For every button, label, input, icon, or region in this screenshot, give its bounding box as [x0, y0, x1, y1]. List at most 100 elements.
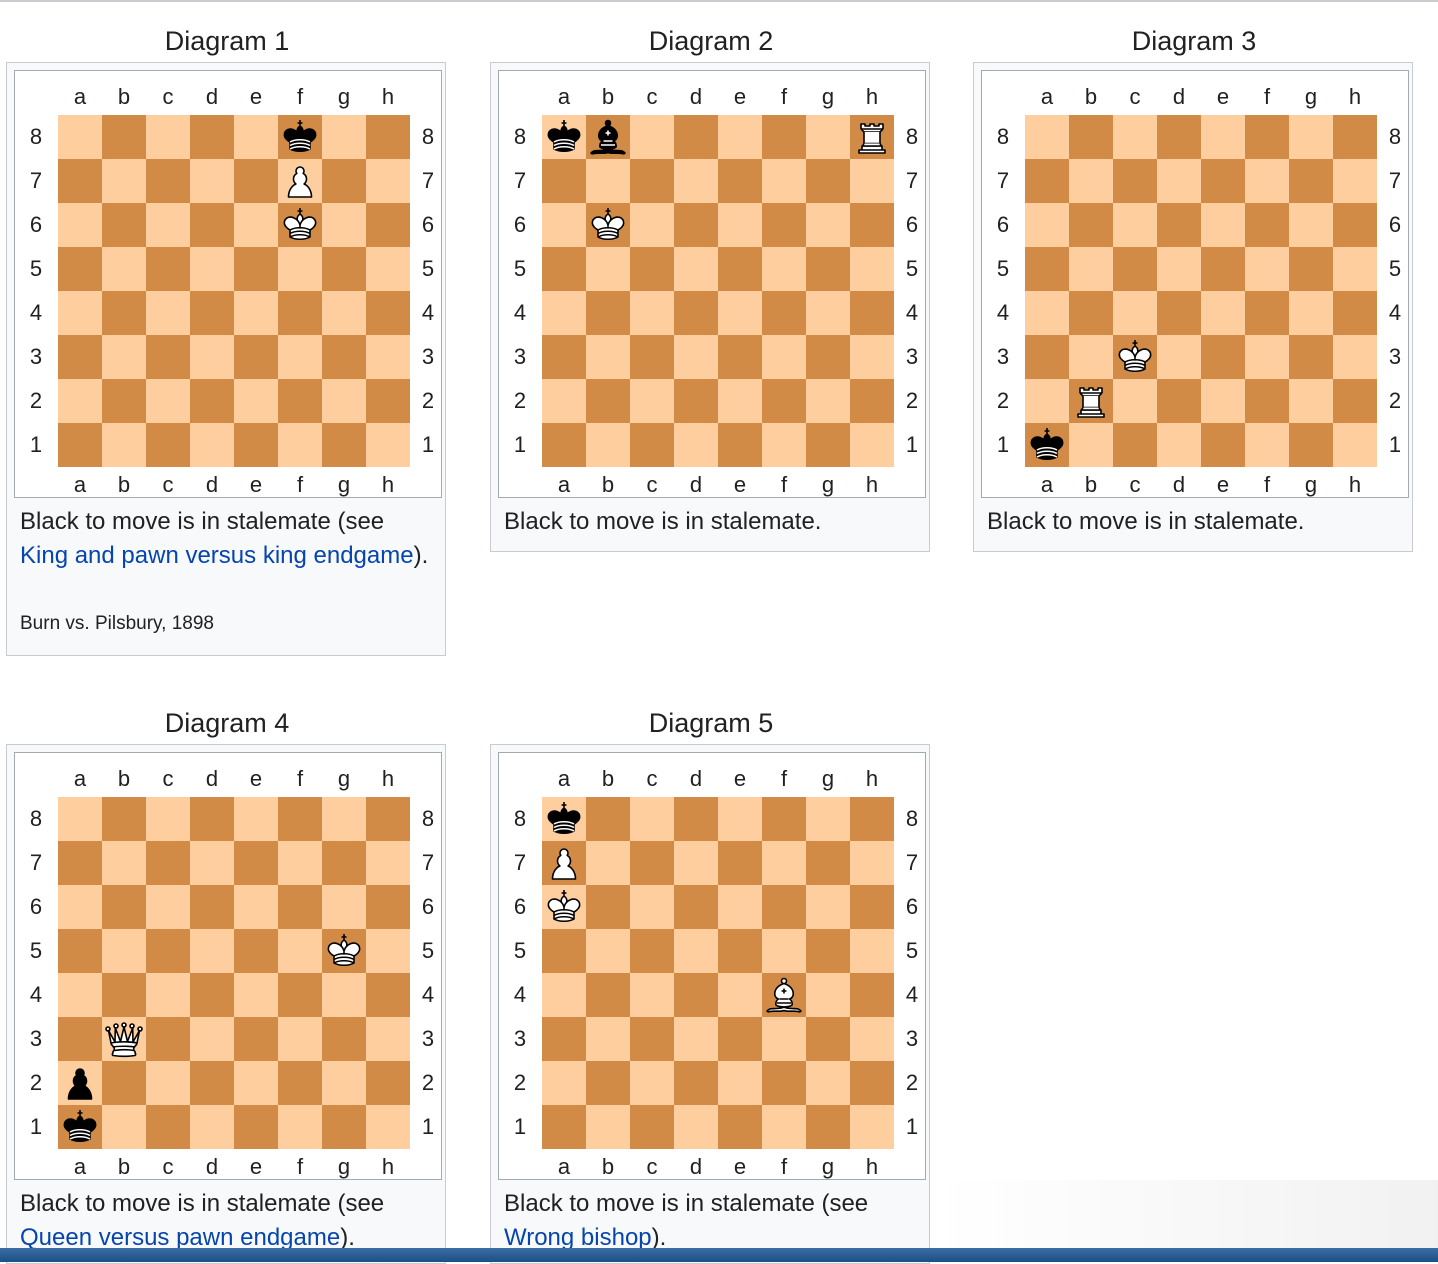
square-g8 — [1289, 115, 1333, 159]
rank-label: 7 — [421, 850, 435, 875]
square-d2 — [674, 1061, 718, 1105]
black-pawn-icon — [67, 1068, 93, 1100]
rank-labels-left: 8 7 6 5 4 3 2 1 — [505, 797, 535, 1149]
square-g6 — [322, 885, 366, 929]
square-d8 — [190, 115, 234, 159]
caption-text: Black to move is in stalemate (see — [20, 1190, 385, 1217]
square-e4 — [1201, 291, 1245, 335]
square-a1 — [58, 423, 102, 467]
square-c3 — [1113, 335, 1157, 379]
square-e8 — [234, 797, 278, 841]
square-c1 — [630, 1105, 674, 1149]
square-c8 — [1113, 115, 1157, 159]
rank-label: 2 — [513, 388, 527, 413]
file-label: g — [1304, 472, 1318, 497]
black-king-icon — [547, 802, 581, 835]
square-d2 — [1157, 379, 1201, 423]
file-labels-top: a b c d e f g h — [58, 83, 410, 111]
square-e4 — [718, 291, 762, 335]
square-e5 — [1201, 247, 1245, 291]
rank-label: 5 — [29, 938, 43, 963]
file-label: f — [296, 84, 304, 109]
square-g7 — [322, 841, 366, 885]
caption-link[interactable]: King and pawn versus king endgame — [20, 542, 414, 569]
square-d1 — [190, 1105, 234, 1149]
file-label: b — [601, 84, 615, 109]
square-d2 — [190, 379, 234, 423]
square-e3 — [718, 335, 762, 379]
square-f4 — [278, 973, 322, 1017]
file-label: b — [1084, 84, 1098, 109]
file-label: g — [1304, 84, 1318, 109]
square-f3 — [762, 335, 806, 379]
square-f2 — [278, 1061, 322, 1105]
file-label: a — [73, 84, 87, 109]
square-b7 — [1069, 159, 1113, 203]
diagram-frame: a b c d e f g h 8 7 6 5 4 3 2 1 8 7 6 5 4 3 2 1 a b c d e f g h Blac… — [6, 62, 446, 656]
square-f6 — [762, 885, 806, 929]
rank-label: 5 — [29, 256, 43, 281]
square-b7 — [586, 159, 630, 203]
square-h5 — [366, 247, 410, 291]
square-b4 — [586, 973, 630, 1017]
square-c5 — [146, 929, 190, 973]
black-king-icon — [1030, 428, 1064, 461]
square-h3 — [366, 335, 410, 379]
caption-link[interactable]: Wrong bishop — [504, 1224, 652, 1251]
square-d3 — [674, 335, 718, 379]
file-label: c — [1129, 84, 1141, 109]
square-a7 — [58, 159, 102, 203]
square-f7 — [762, 159, 806, 203]
square-h5 — [1333, 247, 1377, 291]
square-a4 — [1025, 291, 1069, 335]
square-e6 — [718, 885, 762, 929]
square-d5 — [190, 247, 234, 291]
square-c2 — [1113, 379, 1157, 423]
file-label: h — [865, 766, 879, 791]
file-label: c — [1129, 472, 1141, 497]
square-d6 — [674, 203, 718, 247]
file-label: a — [557, 1154, 571, 1179]
square-e6 — [234, 885, 278, 929]
square-g4 — [806, 973, 850, 1017]
file-label: g — [337, 472, 351, 497]
square-b7 — [586, 841, 630, 885]
square-a8 — [542, 797, 586, 841]
square-b1 — [102, 423, 146, 467]
square-h7 — [366, 159, 410, 203]
square-f2 — [1245, 379, 1289, 423]
chessboard — [1025, 115, 1377, 467]
square-a8 — [58, 115, 102, 159]
file-label: d — [1172, 472, 1186, 497]
square-b5 — [102, 929, 146, 973]
square-b6 — [586, 203, 630, 247]
square-c1 — [1113, 423, 1157, 467]
rank-label: 5 — [421, 256, 435, 281]
file-label: d — [689, 766, 703, 791]
square-h2 — [366, 1061, 410, 1105]
square-d2 — [674, 379, 718, 423]
square-a6 — [542, 885, 586, 929]
chessboard — [542, 115, 894, 467]
rank-label: 3 — [513, 344, 527, 369]
chessboard — [542, 797, 894, 1149]
square-e7 — [718, 841, 762, 885]
diagram-frame: a b c d e f g h 8 7 6 5 4 3 2 1 8 7 6 5 4 3 2 1 a b c d e f g h Blac… — [490, 62, 930, 552]
square-e6 — [234, 203, 278, 247]
file-label: h — [1348, 84, 1362, 109]
board-frame: a b c d e f g h 8 7 6 5 4 3 2 1 8 7 6 5 4 3 2 1 a b c d e f g h — [14, 70, 442, 498]
diagram-frame: a b c d e f g h 8 7 6 5 4 3 2 1 8 7 6 5 4 3 2 1 a b c d e f g h Blac… — [973, 62, 1413, 552]
square-f8 — [762, 797, 806, 841]
file-label: a — [557, 766, 571, 791]
square-e3 — [234, 1017, 278, 1061]
square-b2 — [586, 1061, 630, 1105]
caption-link[interactable]: Queen versus pawn endgame — [20, 1224, 340, 1251]
file-label: g — [337, 84, 351, 109]
chessboard — [58, 797, 410, 1149]
square-d4 — [674, 291, 718, 335]
square-e4 — [718, 973, 762, 1017]
file-label: e — [1216, 472, 1230, 497]
rank-label: 2 — [29, 1070, 43, 1095]
square-f4 — [1245, 291, 1289, 335]
square-d1 — [674, 423, 718, 467]
